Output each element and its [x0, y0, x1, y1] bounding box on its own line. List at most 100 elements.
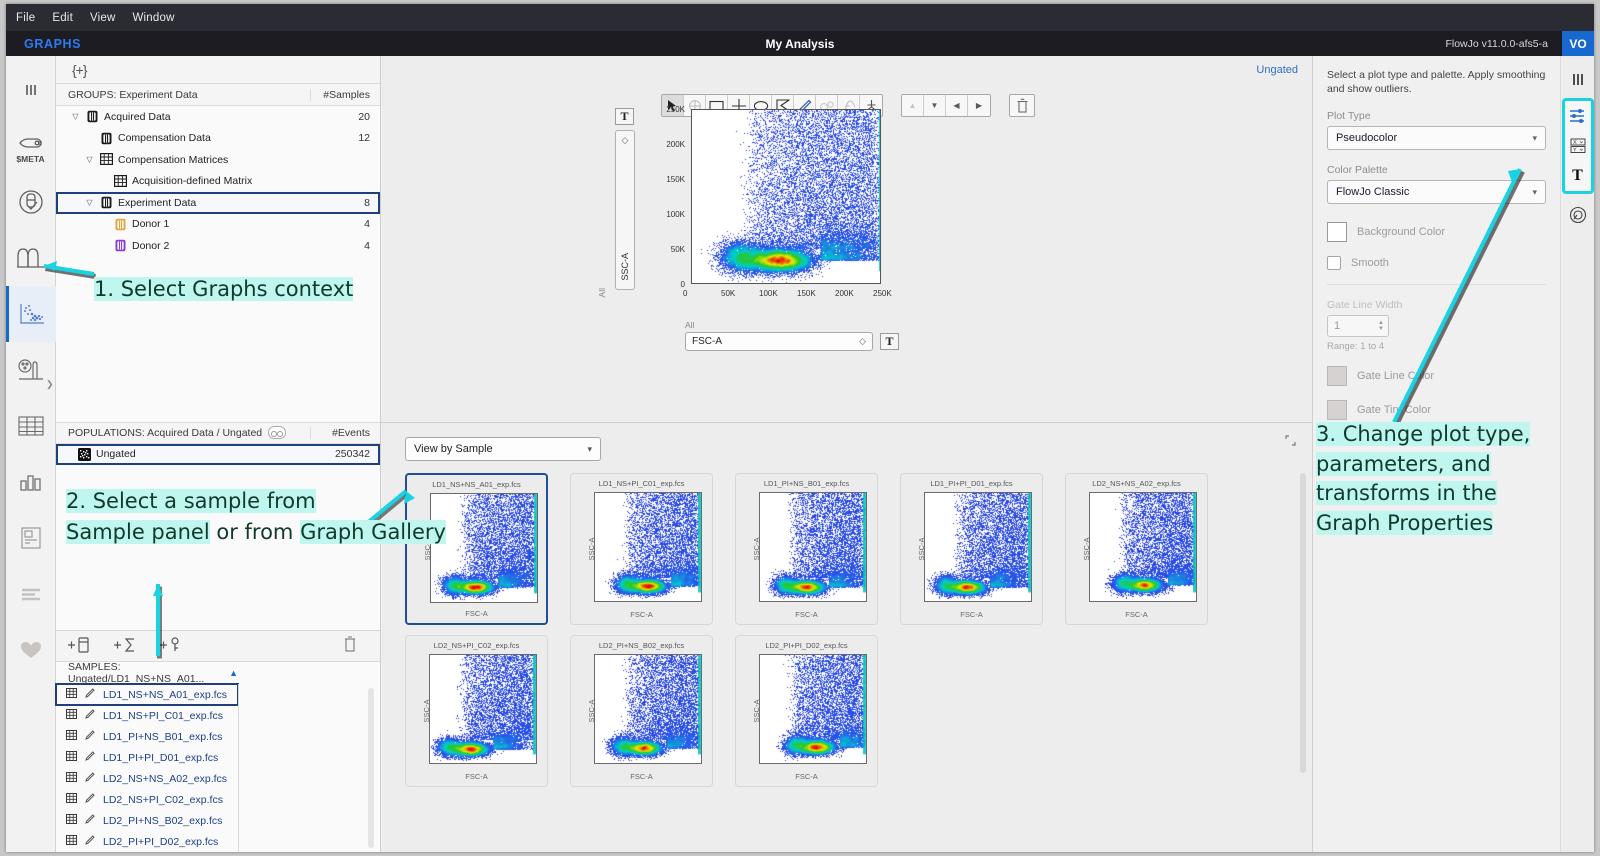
gate-line-color-row[interactable]: Gate Line Color	[1327, 366, 1546, 387]
sample-edit-icon[interactable]	[85, 793, 95, 806]
sample-row[interactable]: LD2_PI+NS_B02_exp.fcs	[56, 810, 238, 831]
sidebar-item-favorites[interactable]	[6, 622, 56, 678]
add-sample-button[interactable]	[56, 636, 102, 657]
sample-row[interactable]: LD2_PI+PI_D02_exp.fcs	[56, 831, 238, 852]
sample-row[interactable]: LD1_NS+NS_A01_exp.fcs	[55, 683, 239, 706]
groups-empty-space	[56, 257, 380, 422]
gallery-card-plot[interactable]	[1089, 492, 1197, 602]
sidebar-item-table-editor[interactable]	[6, 398, 56, 454]
view-mode-selector[interactable]: View by Sample ▾	[405, 437, 601, 461]
gallery-card-plot[interactable]	[430, 493, 538, 603]
add-group-button[interactable]: {+}	[68, 61, 91, 79]
gallery-card-plot[interactable]	[594, 492, 702, 602]
menu-window[interactable]: Window	[133, 12, 175, 24]
menu-edit[interactable]: Edit	[52, 12, 73, 24]
gallery-scrollbar[interactable]	[1300, 473, 1306, 773]
group-row[interactable]: ▽ Experiment Data 8	[56, 192, 380, 214]
gallery-card-plot[interactable]	[759, 654, 867, 764]
y-axis-transform-button[interactable]: T	[615, 108, 634, 125]
ungated-link[interactable]: Ungated	[1256, 64, 1298, 76]
twisty-open-icon[interactable]: ▽	[70, 112, 81, 121]
sample-edit-icon[interactable]	[85, 688, 95, 701]
axis-parameters-icon[interactable]: XY	[1565, 131, 1591, 161]
gallery-card[interactable]: LD1_NS+PI_C01_exp.fcs SSC-A FSC-A	[570, 473, 713, 625]
group-row[interactable]: Donor 1 4	[56, 214, 380, 236]
stepper-arrows-icon[interactable]: ▲ ▼	[1378, 320, 1384, 332]
sample-edit-icon[interactable]	[85, 709, 95, 722]
gallery-card[interactable]: LD1_PI+NS_B01_exp.fcs SSC-A FSC-A	[735, 473, 878, 625]
gate-line-color-swatch[interactable]	[1327, 366, 1347, 387]
sort-toggle-icon[interactable]: ▲	[229, 668, 238, 678]
sidebar-item-keywords[interactable]: $META	[6, 118, 56, 174]
gallery-card-plot[interactable]	[924, 492, 1032, 602]
sample-edit-icon[interactable]	[85, 751, 95, 764]
sample-row[interactable]: LD2_NS+NS_A02_exp.fcs	[56, 768, 238, 789]
sample-edit-icon[interactable]	[85, 772, 95, 785]
nav-forward-button[interactable]: ▶	[968, 95, 990, 116]
background-color-row[interactable]: Background Color	[1327, 222, 1546, 243]
plot-type-select[interactable]: Pseudocolor ▾	[1327, 126, 1546, 151]
group-row[interactable]: ▽ Compensation Matrices	[56, 149, 380, 171]
sample-row[interactable]: LD1_NS+PI_C01_exp.fcs	[56, 705, 238, 726]
twisty-open-icon[interactable]: ▽	[84, 198, 95, 207]
gallery-card-plot[interactable]	[429, 654, 537, 764]
smooth-checkbox[interactable]	[1327, 256, 1341, 271]
background-color-swatch[interactable]	[1327, 222, 1347, 243]
main-scatter-plot[interactable]	[691, 109, 881, 284]
smooth-row[interactable]: Smooth	[1327, 256, 1546, 271]
graph-properties-sliders-icon[interactable]	[1565, 101, 1591, 131]
sample-row[interactable]: LD1_PI+NS_B01_exp.fcs	[56, 726, 238, 747]
group-row[interactable]: Donor 2 4	[56, 235, 380, 257]
population-row[interactable]: Ungated 250342	[56, 443, 380, 465]
sample-row[interactable]: LD1_PI+PI_D01_exp.fcs	[56, 747, 238, 768]
x-parameter-selector[interactable]: FSC-A ◇	[685, 332, 873, 351]
add-statistic-button[interactable]	[102, 636, 148, 657]
sample-edit-icon[interactable]	[85, 835, 95, 848]
sample-edit-icon[interactable]	[85, 814, 95, 827]
gate-line-width-stepper[interactable]: 1 ▲ ▼	[1327, 315, 1389, 338]
sidebar-item-report[interactable]	[6, 510, 56, 566]
sample-edit-icon[interactable]	[85, 730, 95, 743]
sidebar-item-histogram[interactable]	[6, 230, 56, 286]
sidebar-item-columns[interactable]	[6, 62, 56, 118]
overlays-icon[interactable]	[1564, 200, 1592, 230]
gallery-card[interactable]: LD2_NS+PI_C02_exp.fcs SSC-A FSC-A	[405, 635, 548, 787]
gallery-card[interactable]: LD2_PI+NS_B02_exp.fcs SSC-A FSC-A	[570, 635, 713, 787]
delete-graph-button[interactable]	[1010, 95, 1034, 116]
y-parameter-selector[interactable]: ◇ SSC-A	[615, 130, 635, 290]
gallery-card[interactable]: LD2_NS+NS_A02_exp.fcs SSC-A FSC-A	[1065, 473, 1208, 625]
props-panel-columns-icon[interactable]	[1564, 64, 1592, 94]
group-row[interactable]: Compensation Data 12	[56, 128, 380, 150]
delete-sample-button[interactable]	[344, 635, 356, 657]
sidebar-item-layout-editor[interactable]: ❯	[6, 342, 56, 398]
nav-up-button[interactable]: ▲	[902, 95, 924, 116]
nav-back-button[interactable]: ◀	[946, 95, 968, 116]
sidebar-item-graphs[interactable]	[6, 286, 56, 342]
twisty-open-icon[interactable]: ▽	[84, 155, 95, 164]
sidebar-item-lines[interactable]	[6, 566, 56, 622]
text-annotations-icon[interactable]: T	[1565, 161, 1591, 191]
gate-tint-color-swatch[interactable]	[1327, 400, 1347, 421]
sample-row[interactable]: LD2_NS+PI_C02_exp.fcs	[56, 789, 238, 810]
gallery-card-plot[interactable]	[759, 492, 867, 602]
samples-scrollbar[interactable]	[368, 688, 374, 848]
color-palette-select[interactable]: FlowJo Classic ▾	[1327, 180, 1546, 205]
add-keyword-button[interactable]	[148, 636, 194, 657]
menu-view[interactable]: View	[90, 12, 116, 24]
gallery-card[interactable]: LD1_NS+NS_A01_exp.fcs SSC-A FSC-A	[405, 473, 548, 625]
avatar[interactable]: VO	[1562, 31, 1594, 56]
gate-tint-color-row[interactable]: Gate Tint Color	[1327, 400, 1546, 421]
group-row[interactable]: Acquisition-defined Matrix	[56, 171, 380, 193]
sidebar-item-compensation[interactable]	[6, 174, 56, 230]
populations-toggle-icon[interactable]	[268, 426, 287, 439]
gallery-card-plot[interactable]	[594, 654, 702, 764]
menu-file[interactable]: File	[16, 12, 35, 24]
expand-icon[interactable]	[1285, 435, 1296, 449]
nav-down-button[interactable]: ▼	[924, 95, 946, 116]
plot-with-axes: 250K 200K 150K 100K 50K 0 0 50K 100K 150K 200K 250…	[659, 105, 899, 324]
group-row[interactable]: ▽ Acquired Data 20	[56, 106, 380, 128]
gallery-card[interactable]: LD2_PI+PI_D02_exp.fcs SSC-A FSC-A	[735, 635, 878, 787]
x-axis-transform-button[interactable]: T	[880, 333, 899, 350]
sidebar-item-bar-chart[interactable]	[6, 454, 56, 510]
gallery-card[interactable]: LD1_PI+PI_D01_exp.fcs SSC-A FSC-A	[900, 473, 1043, 625]
